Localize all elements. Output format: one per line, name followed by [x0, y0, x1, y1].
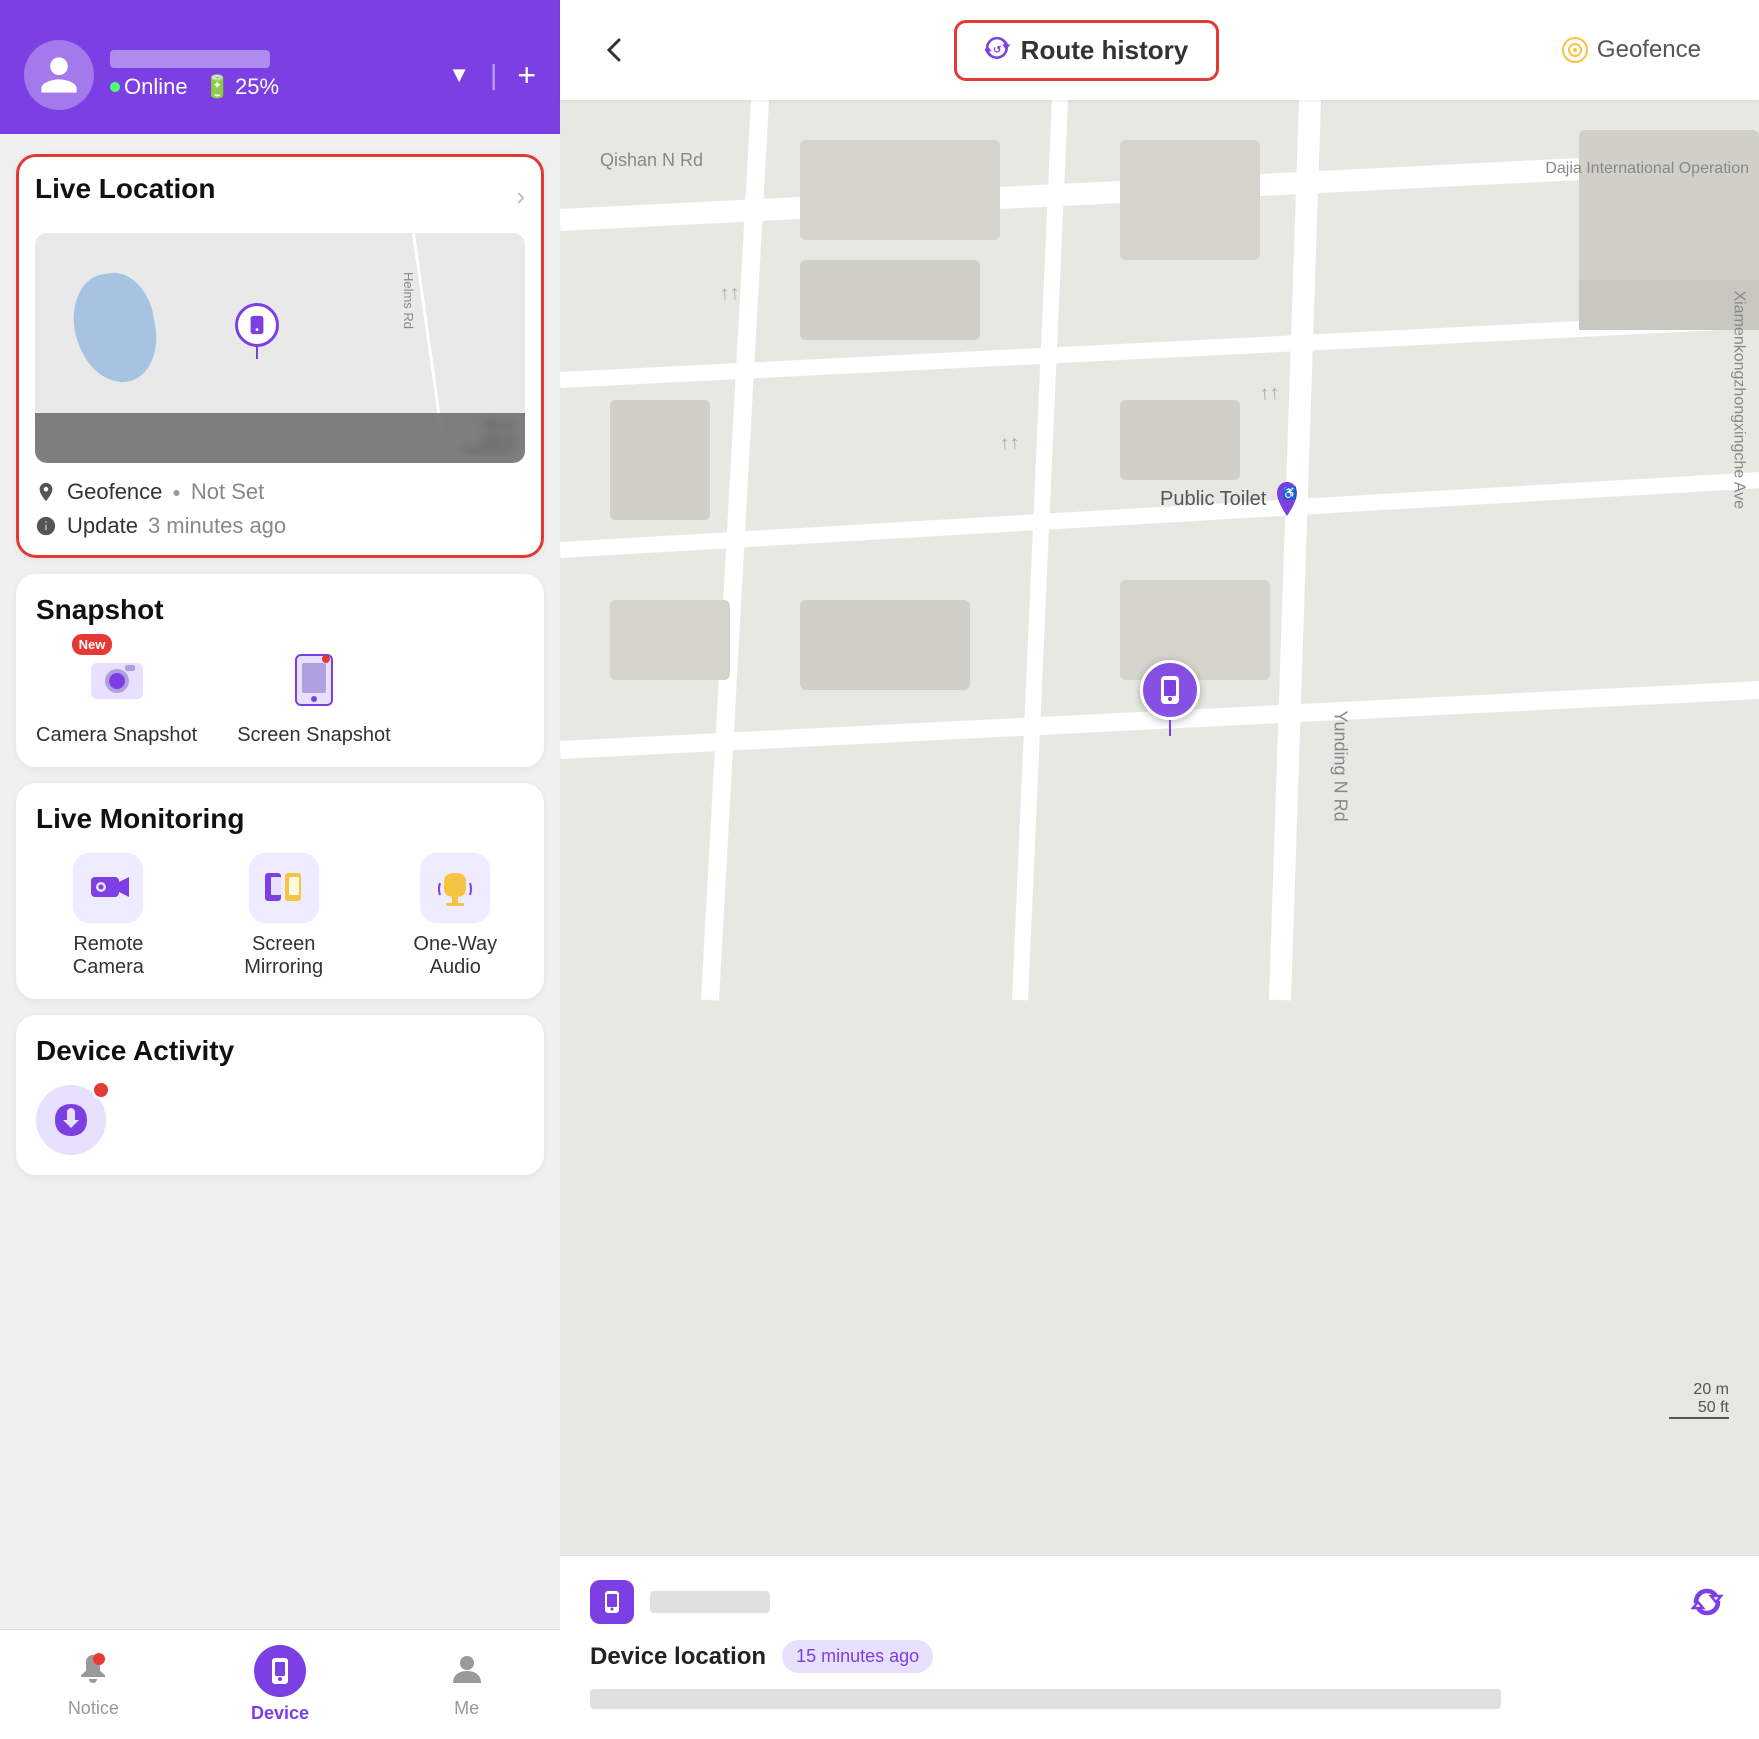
public-toilet-poi: Public Toilet ♿	[1160, 480, 1302, 518]
remote-camera-label: Remote Camera	[36, 933, 181, 979]
battery-status: 🔋 25%	[204, 74, 279, 100]
remote-camera-item[interactable]: Remote Camera	[36, 853, 181, 979]
building-3	[1120, 140, 1260, 260]
map-preview: Helms Rd	[35, 233, 525, 463]
one-way-audio-item[interactable]: One-Way Audio	[387, 853, 524, 979]
snapshot-card: Snapshot New Camera Snapshot	[16, 574, 544, 767]
device-icon-small	[590, 1580, 634, 1624]
building-2	[800, 260, 980, 340]
map-bottom-strip	[35, 413, 525, 463]
monitoring-items: Remote Camera Screen Mirroring	[36, 849, 524, 979]
map-area[interactable]: ↑↑ ↑↑ ↑↑ Qishan N Rd Yunding N Rd Xiamen…	[560, 100, 1759, 1739]
snapshot-items: New Camera Snapshot	[36, 640, 524, 747]
snapshot-title: Snapshot	[36, 594, 524, 626]
screen-snapshot-item[interactable]: Screen Snapshot	[237, 644, 390, 747]
device-location-row: Device location 15 minutes ago	[590, 1640, 1729, 1673]
screen-snapshot-icon-wrap	[279, 644, 349, 714]
live-monitoring-card: Live Monitoring Remote Camera	[16, 783, 544, 999]
screen-mirroring-label: Screen Mirroring	[211, 933, 357, 979]
dropdown-icon[interactable]: ▼	[448, 62, 470, 88]
building-5	[610, 400, 710, 520]
building-1	[800, 140, 1000, 240]
screen-mirroring-item[interactable]: Screen Mirroring	[211, 853, 357, 979]
refresh-button[interactable]	[1685, 1580, 1729, 1624]
header-tabs: ↺ Route history	[660, 20, 1513, 81]
building-4	[1120, 400, 1240, 480]
street-label-yunding: Yunding N Rd	[1330, 711, 1351, 822]
bottom-nav: Notice Device Me	[0, 1629, 560, 1739]
one-way-audio-label: One-Way Audio	[387, 933, 524, 979]
remote-camera-icon	[73, 853, 143, 923]
nav-me[interactable]: Me	[373, 1630, 560, 1739]
building-6	[610, 600, 730, 680]
svg-text:↑↑: ↑↑	[1259, 382, 1280, 405]
nav-device[interactable]: Device	[187, 1630, 374, 1739]
device-name-blurred	[650, 1591, 770, 1613]
svg-text:↑↑: ↑↑	[999, 432, 1020, 455]
screen-snapshot-label: Screen Snapshot	[237, 724, 390, 747]
map-full: ↑↑ ↑↑ ↑↑ Qishan N Rd Yunding N Rd Xiamen…	[560, 100, 1759, 1739]
back-button[interactable]	[590, 25, 640, 75]
scale-bar: 20 m 50 ft	[1669, 1381, 1729, 1419]
svg-text:↑↑: ↑↑	[719, 282, 740, 305]
nav-device-label: Device	[251, 1703, 309, 1724]
street-label-dajia: Dajia International Operation	[1545, 160, 1749, 178]
online-status: Online	[110, 74, 188, 100]
left-panel: Online 🔋 25% ▼ | + Live Location ›	[0, 0, 560, 1739]
road-label: Helms Rd	[401, 272, 416, 329]
device-activity-title: Device Activity	[36, 1035, 524, 1067]
location-blob	[66, 267, 164, 389]
device-pin-small	[235, 303, 279, 359]
svg-text:↺: ↺	[993, 45, 1001, 56]
live-location-title: Live Location	[35, 173, 215, 205]
nav-me-label: Me	[454, 1698, 479, 1719]
nav-notice-label: Notice	[68, 1698, 119, 1719]
live-location-meta: Geofence ● Not Set Update 3 minutes ago	[35, 475, 525, 539]
route-history-tab[interactable]: ↺ Route history	[954, 20, 1220, 81]
street-label-qishan: Qishan N Rd	[600, 150, 703, 171]
street-label-xiamen: Xiamenkongzhongxingche Ave	[1730, 290, 1748, 509]
scroll-content: Live Location › Helms Rd	[0, 134, 560, 1629]
geofence-label: Geofence	[1597, 36, 1701, 64]
geofence-tab[interactable]: Geofence	[1533, 24, 1729, 76]
route-history-label: Route history	[1021, 35, 1189, 66]
device-pin-map	[1140, 660, 1200, 736]
device-location-label: Device location	[590, 1643, 766, 1671]
building-7	[800, 600, 970, 690]
device-info-row	[590, 1580, 1729, 1624]
header: Online 🔋 25% ▼ | +	[0, 0, 560, 134]
header-info: Online 🔋 25%	[110, 50, 432, 100]
avatar	[24, 40, 94, 110]
activity-items	[36, 1081, 524, 1155]
camera-snapshot-icon-wrap: New	[82, 644, 152, 714]
camera-snapshot-label: Camera Snapshot	[36, 724, 197, 747]
live-monitoring-title: Live Monitoring	[36, 803, 524, 835]
camera-snapshot-item[interactable]: New Camera Snapshot	[36, 644, 197, 747]
bottom-info-panel: Device location 15 minutes ago	[560, 1555, 1759, 1739]
one-way-audio-icon	[420, 853, 490, 923]
notification-dot	[92, 1081, 110, 1099]
device-activity-card: Device Activity	[16, 1015, 544, 1175]
user-name-blurred	[110, 50, 270, 68]
address-blurred	[590, 1689, 1501, 1709]
poi-label: Public Toilet	[1160, 488, 1266, 511]
add-button[interactable]: +	[517, 57, 536, 94]
live-location-card[interactable]: Live Location › Helms Rd	[16, 154, 544, 558]
time-ago-badge: 15 minutes ago	[782, 1640, 933, 1673]
screen-mirroring-icon	[249, 853, 319, 923]
right-header: ↺ Route history Geofence	[560, 0, 1759, 100]
new-badge: New	[72, 634, 113, 655]
right-panel: ↺ Route history Geofence	[560, 0, 1759, 1739]
nav-notice[interactable]: Notice	[0, 1630, 187, 1739]
activity-icon-1	[36, 1085, 106, 1155]
svg-text:♿: ♿	[1282, 486, 1297, 500]
activity-item-1[interactable]	[36, 1085, 106, 1155]
header-icons: ▼ | +	[448, 57, 536, 94]
chevron-right-icon[interactable]: ›	[516, 181, 525, 212]
